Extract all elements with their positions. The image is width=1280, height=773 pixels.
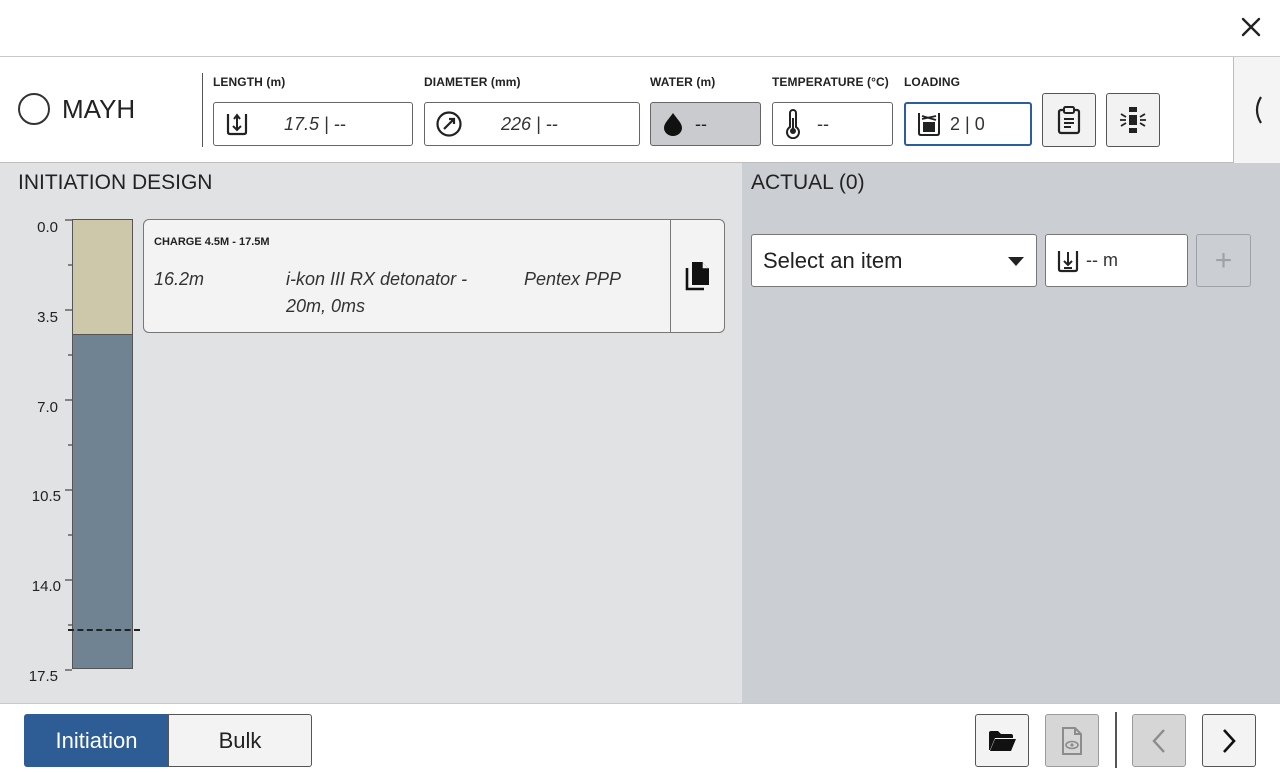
tab-bulk[interactable]: Bulk (168, 714, 312, 767)
chevron-left-icon (1152, 728, 1165, 753)
item-select[interactable]: Select an item (751, 234, 1037, 287)
depth-input[interactable]: -- m (1045, 234, 1188, 287)
depth-tick-label: 0.0 (37, 219, 58, 236)
stemming-segment (73, 220, 132, 335)
initiation-design-panel: INITIATION DESIGN 0.0 3.5 7.0 10.5 14.0 … (0, 163, 742, 703)
open-folder-button[interactable] (975, 714, 1029, 767)
loading-input[interactable]: 2 | 0 (904, 102, 1032, 146)
footer-divider (1115, 712, 1117, 768)
hole-depth-icon (1057, 250, 1079, 272)
dropdown-arrow-icon (1008, 257, 1024, 266)
depth-value: -- m (1086, 250, 1118, 270)
booster-name: Pentex PPP (524, 269, 622, 289)
copy-icon (685, 262, 709, 291)
thermometer-icon (786, 109, 800, 139)
collapse-panel-button[interactable] (1233, 57, 1280, 163)
water-label: WATER (m) (650, 75, 716, 89)
hole-radio[interactable] (18, 93, 50, 125)
loading-label: LOADING (904, 75, 961, 89)
actual-panel: ACTUAL (0) Select an item -- m + (742, 163, 1280, 703)
water-input[interactable]: -- (650, 102, 761, 146)
diameter-input[interactable]: 226 | -- (424, 102, 640, 146)
temperature-label: TEMPERATURE (°C) (772, 75, 889, 89)
hole-header: MAYH LENGTH (m) 17.5 | -- DIAMETER (mm) … (0, 57, 1280, 163)
detonator-depth-marker (68, 629, 140, 631)
footer-bar: Initiation Bulk (0, 703, 1280, 773)
charge-title: CHARGE 4.5M - 17.5M (154, 236, 270, 248)
temperature-value: -- (817, 113, 829, 134)
next-button[interactable] (1202, 714, 1256, 767)
depth-tick-label: 7.0 (37, 399, 58, 416)
depth-tick-label: 3.5 (37, 309, 58, 326)
detonator-name: i-kon III RX detonator - 20m, 0ms (286, 266, 467, 320)
diameter-label: DIAMETER (mm) (424, 75, 521, 89)
loading-icon (918, 113, 940, 136)
actual-title: ACTUAL (0) (751, 171, 865, 194)
charge-card[interactable]: CHARGE 4.5M - 17.5M 16.2m i-kon III RX d… (143, 219, 725, 333)
loading-value: 2 | 0 (950, 113, 985, 134)
diameter-value: 226 | -- (501, 113, 558, 134)
hole-selector[interactable]: MAYH (18, 93, 135, 125)
clipboard-button[interactable] (1042, 93, 1096, 147)
charge-depth: 16.2m (154, 269, 205, 289)
chevron-left-icon (1255, 96, 1262, 124)
copy-button[interactable] (670, 220, 724, 332)
depth-axis (65, 219, 72, 671)
explosion-icon (1120, 107, 1146, 133)
temperature-input[interactable]: -- (772, 102, 893, 146)
depth-tick-label: 10.5 (31, 488, 61, 505)
item-select-placeholder: Select an item (763, 247, 903, 273)
depth-tick-label: 17.5 (28, 668, 58, 685)
dialog-topbar (0, 0, 1280, 57)
diameter-field: DIAMETER (mm) 226 | -- (424, 75, 640, 146)
diameter-icon (436, 111, 462, 137)
hole-name: MAYH (62, 93, 136, 124)
detonator-line: 20m, 0ms (286, 296, 366, 316)
preview-document-button[interactable] (1045, 714, 1099, 767)
hole-column (72, 219, 133, 669)
add-item-button[interactable]: + (1196, 234, 1251, 287)
plus-icon: + (1214, 243, 1233, 277)
temperature-field: TEMPERATURE (°C) -- (772, 75, 893, 146)
water-drop-icon (664, 113, 682, 136)
folder-open-icon (989, 730, 1016, 751)
previous-button[interactable] (1132, 714, 1186, 767)
length-value: 17.5 | -- (284, 113, 346, 134)
header-divider (202, 73, 203, 147)
close-icon (1241, 17, 1261, 37)
loading-field: LOADING 2 | 0 (904, 75, 1032, 146)
detonator-line: i-kon III RX detonator - (286, 269, 468, 289)
charge-segment[interactable] (73, 335, 132, 668)
length-field: LENGTH (m) 17.5 | -- (213, 75, 413, 146)
hole-length-icon (226, 113, 248, 136)
document-preview-icon (1062, 726, 1082, 755)
depth-tick-label: 14.0 (31, 578, 61, 595)
clipboard-icon (1057, 106, 1081, 135)
detonation-button[interactable] (1106, 93, 1160, 147)
length-label: LENGTH (m) (213, 75, 286, 89)
tab-initiation[interactable]: Initiation (24, 714, 169, 767)
water-value: -- (695, 113, 707, 134)
water-field: WATER (m) -- (650, 75, 761, 146)
length-input[interactable]: 17.5 | -- (213, 102, 413, 146)
close-button[interactable] (1236, 12, 1266, 42)
chevron-right-icon (1223, 728, 1236, 753)
